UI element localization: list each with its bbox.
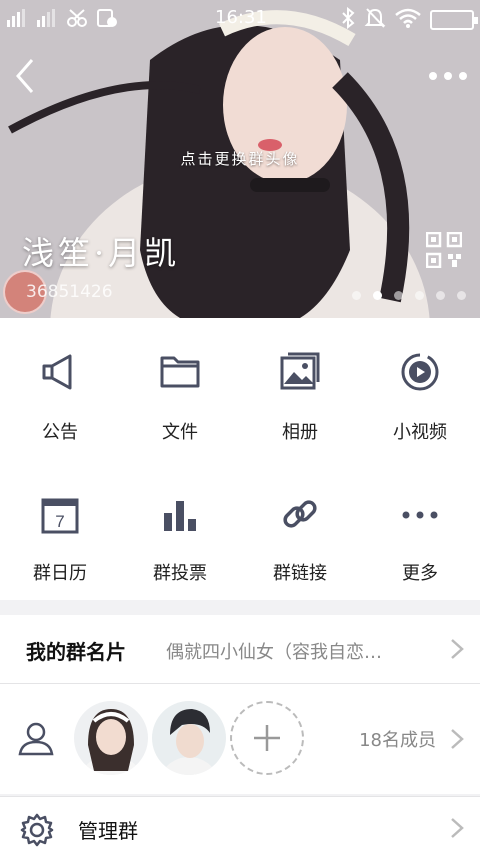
link-icon xyxy=(283,500,317,528)
add-member-button[interactable] xyxy=(230,701,304,775)
group-name: 浅笙·月凯 xyxy=(22,234,181,272)
plus-icon xyxy=(254,725,280,751)
page-dot-active xyxy=(373,291,382,300)
page-indicator xyxy=(352,291,466,300)
feature-calendar[interactable]: 7 群日历 xyxy=(0,459,120,600)
status-time: 16:31 xyxy=(215,7,267,28)
photo-album-icon xyxy=(280,352,320,390)
feature-label: 公告 xyxy=(42,422,78,443)
member-count: 18名成员 xyxy=(359,730,436,751)
manage-group-row[interactable]: 管理群 xyxy=(0,796,480,855)
group-card-row[interactable]: 我的群名片 偶就四小仙女（容我自恋… xyxy=(0,615,480,684)
video-icon xyxy=(401,353,439,391)
feature-video[interactable]: 小视频 xyxy=(360,318,480,459)
back-button[interactable] xyxy=(10,56,42,96)
folder-icon xyxy=(160,356,200,388)
feature-label: 群链接 xyxy=(273,563,327,584)
feature-vote[interactable]: 群投票 xyxy=(120,459,240,600)
chevron-right-icon xyxy=(451,729,464,749)
calendar-icon: 7 xyxy=(41,498,79,534)
more-icon xyxy=(402,511,438,519)
wifi-icon xyxy=(394,7,422,33)
status-bar: 16:31 xyxy=(0,0,480,38)
feature-files[interactable]: 文件 xyxy=(120,318,240,459)
member-avatar[interactable] xyxy=(74,701,148,775)
more-options-button[interactable] xyxy=(428,68,468,84)
scissors-icon xyxy=(66,8,88,28)
gear-icon xyxy=(20,813,54,847)
page-dot xyxy=(415,291,424,300)
chevron-right-icon xyxy=(451,818,464,838)
feature-link[interactable]: 群链接 xyxy=(240,459,360,600)
feature-label: 群日历 xyxy=(33,563,87,584)
page-dot xyxy=(394,291,403,300)
page-dot xyxy=(457,291,466,300)
feature-label: 更多 xyxy=(402,563,438,584)
feature-label: 文件 xyxy=(162,422,198,443)
notification-icon xyxy=(96,8,118,28)
members-icon xyxy=(18,722,54,756)
group-id: 36851426 xyxy=(26,282,113,302)
page-dot xyxy=(436,291,445,300)
group-card-label: 我的群名片 xyxy=(26,640,126,664)
vote-icon xyxy=(164,501,196,531)
manage-group-label: 管理群 xyxy=(78,819,138,843)
feature-album[interactable]: 相册 xyxy=(240,318,360,459)
feature-announcement[interactable]: 公告 xyxy=(0,318,120,459)
members-row[interactable]: 18名成员 xyxy=(0,684,480,794)
signal-2-icon xyxy=(36,8,58,28)
announcement-icon xyxy=(42,354,72,390)
svg-text:7: 7 xyxy=(55,512,64,531)
qr-code-icon[interactable] xyxy=(426,232,462,268)
feature-more[interactable]: 更多 xyxy=(360,459,480,600)
group-header[interactable]: 16:31 点击更换群头像 浅笙·月凯 36851426 xyxy=(0,0,480,318)
battery-icon xyxy=(430,10,478,30)
feature-label: 相册 xyxy=(282,422,318,443)
member-avatar[interactable] xyxy=(152,701,226,775)
page-dot xyxy=(352,291,361,300)
change-avatar-hint[interactable]: 点击更换群头像 xyxy=(0,148,480,169)
bluetooth-icon xyxy=(340,6,356,33)
feature-label: 小视频 xyxy=(393,422,447,443)
group-card-value: 偶就四小仙女（容我自恋… xyxy=(166,642,382,663)
feature-grid: 公告 文件 相册 小视频 7 群日历 群投票 群链接 更多 xyxy=(0,318,480,600)
chevron-right-icon xyxy=(451,639,464,659)
signal-icon xyxy=(6,8,28,28)
feature-label: 群投票 xyxy=(153,563,207,584)
mute-icon xyxy=(364,7,386,33)
